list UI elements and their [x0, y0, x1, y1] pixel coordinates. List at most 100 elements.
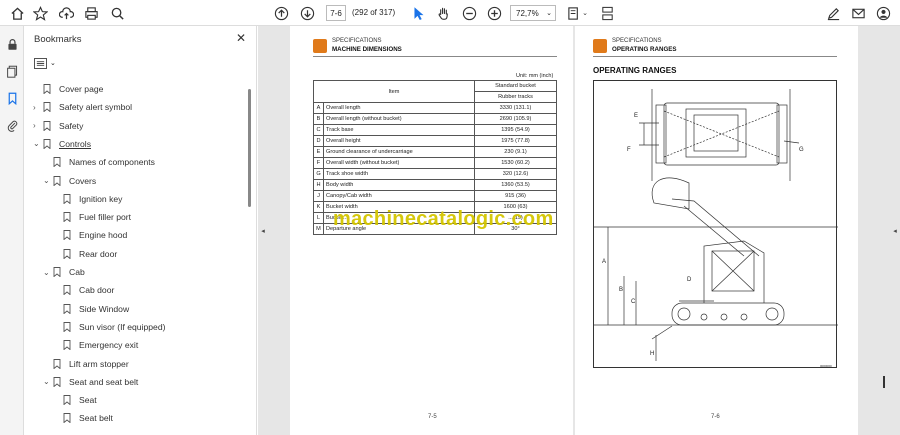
page-thumbnails-icon[interactable]: [4, 63, 20, 79]
bookmark-icon: [53, 376, 61, 387]
bookmark-icon: [53, 157, 61, 168]
bookmark-item[interactable]: Sun visor (If equipped): [53, 318, 165, 336]
bookmark-icon: [63, 395, 71, 406]
page-number: 7-6: [711, 414, 720, 420]
bookmark-icon: [53, 267, 61, 277]
sign-pen-icon[interactable]: [824, 4, 842, 22]
label-f: F: [627, 147, 631, 153]
bookmark-item[interactable]: Emergency exit: [53, 336, 138, 354]
page-header-small: SPECIFICATIONS: [612, 38, 662, 44]
collapse-panel-icon[interactable]: ◂: [258, 26, 268, 435]
scrollbar-thumb[interactable]: [248, 89, 251, 207]
bookmark-item[interactable]: Cover page: [33, 80, 103, 98]
mail-icon[interactable]: [849, 4, 867, 22]
table-row: F Overall width (without bucket) 1530 (60.…: [313, 157, 557, 169]
lock-icon[interactable]: [4, 36, 20, 52]
header-rule: [313, 56, 557, 57]
bookmark-icon: [53, 175, 61, 186]
bookmark-label: Side Window: [79, 303, 130, 314]
chevron-down-icon[interactable]: ⌄: [43, 176, 53, 185]
bookmark-item[interactable]: ⌄ Covers: [43, 172, 96, 190]
cell-key: M: [313, 223, 324, 235]
bookmark-item[interactable]: ⌄ Cab: [43, 263, 85, 281]
bookmark-icon: [63, 230, 71, 241]
list-options-icon: [34, 57, 47, 69]
cell-key: F: [313, 157, 324, 169]
chevron-right-icon[interactable]: ›: [33, 121, 43, 130]
close-icon[interactable]: ✕: [236, 31, 246, 45]
previous-page-icon[interactable]: [272, 4, 290, 22]
star-icon[interactable]: [31, 4, 49, 22]
bookmark-label: Controls: [59, 138, 91, 149]
bookmark-options-button[interactable]: ⌄: [34, 56, 56, 70]
bookmark-label: Ignition key: [79, 193, 123, 204]
page-number-input[interactable]: 7-6: [326, 5, 346, 21]
bookmark-item[interactable]: › Safety alert symbol: [33, 98, 132, 116]
bookmark-icon: [63, 321, 71, 332]
cell-value: 230 (9.1): [474, 146, 557, 158]
viewer-scrollbar[interactable]: [883, 376, 885, 388]
bookmark-label: Emergency exit: [79, 340, 139, 351]
account-icon[interactable]: [874, 4, 892, 22]
cell-item: Overall width (without bucket): [323, 157, 475, 169]
bookmark-item[interactable]: Ignition key: [53, 190, 122, 208]
bookmark-scrollbar[interactable]: [246, 83, 253, 428]
bookmark-label: Cab door: [79, 285, 115, 296]
print-icon[interactable]: [82, 4, 100, 22]
header-rule: [593, 56, 837, 57]
zoom-level-value: 72,7%: [516, 8, 539, 18]
attachment-icon[interactable]: [4, 117, 20, 133]
cell-key: D: [313, 135, 324, 147]
chevron-down-icon[interactable]: ⌄: [43, 268, 53, 277]
bookmark-item[interactable]: Rear door: [53, 245, 117, 263]
chevron-down-icon[interactable]: ⌄: [33, 139, 43, 148]
next-page-icon[interactable]: [298, 4, 316, 22]
bookmark-item[interactable]: Seat: [53, 391, 97, 409]
bookmark-item[interactable]: Cab door: [53, 281, 114, 299]
page-header-small: SPECIFICATIONS: [332, 38, 382, 44]
bookmark-item[interactable]: Fuel filler port: [53, 208, 131, 226]
hand-tool-icon[interactable]: [434, 4, 452, 22]
bookmark-item[interactable]: › Safety: [33, 117, 83, 135]
scroll-mode-icon[interactable]: [598, 4, 616, 22]
cell-item: Track shoe width: [323, 168, 475, 180]
bookmarks-panel: Bookmarks ✕ ⌄ Cover page › Safety alert sy…: [25, 26, 257, 435]
expand-panel-icon[interactable]: ◂: [890, 26, 900, 435]
cell-item: Canopy/Cab width: [323, 190, 475, 202]
table-row: J Canopy/Cab width 915 (36): [313, 190, 557, 202]
chevron-down-icon[interactable]: ⌄: [580, 4, 590, 22]
bookmark-item[interactable]: ⌄ Controls: [33, 135, 91, 153]
bookmark-label: Safety alert symbol: [59, 102, 133, 113]
bookmark-item[interactable]: Engine hood: [53, 226, 127, 244]
cell-value: 915 (36): [474, 190, 557, 202]
upload-cloud-icon[interactable]: [57, 4, 75, 22]
chevron-down-icon: ⌄: [546, 10, 552, 17]
cell-key: J: [313, 190, 324, 202]
side-rail: [0, 26, 24, 435]
cell-key: A: [313, 102, 324, 114]
select-cursor-icon[interactable]: [409, 4, 427, 22]
bookmark-panel-icon[interactable]: [4, 90, 20, 106]
zoom-out-icon[interactable]: [460, 4, 478, 22]
bookmark-item[interactable]: ⌄ Seat and seat belt: [43, 373, 138, 391]
bookmark-item[interactable]: Side Window: [53, 300, 129, 318]
zoom-level-select[interactable]: 72,7% ⌄: [510, 5, 556, 21]
watermark-text: machinecatalogic.com: [333, 208, 554, 230]
label-g: G: [799, 147, 804, 153]
table-row: E Ground clearance of undercarriage 230 (9…: [313, 146, 557, 158]
chevron-right-icon[interactable]: ›: [33, 103, 43, 112]
home-icon[interactable]: [8, 4, 26, 22]
cell-key: G: [313, 168, 324, 180]
bookmark-label: Seat: [79, 395, 97, 406]
bookmark-item[interactable]: Seat belt: [53, 409, 113, 427]
search-icon[interactable]: [108, 4, 126, 22]
panel-title: Bookmarks: [34, 34, 82, 45]
bookmark-icon: [43, 84, 51, 94]
bookmark-item[interactable]: Names of components: [43, 153, 155, 171]
zoom-in-icon[interactable]: [485, 4, 503, 22]
bookmark-icon: [63, 303, 71, 314]
chevron-down-icon: ⌄: [50, 60, 56, 67]
col-standard-header: Standard bucket: [474, 80, 557, 92]
chevron-down-icon[interactable]: ⌄: [43, 377, 53, 386]
bookmark-item[interactable]: Lift arm stopper: [43, 355, 129, 373]
